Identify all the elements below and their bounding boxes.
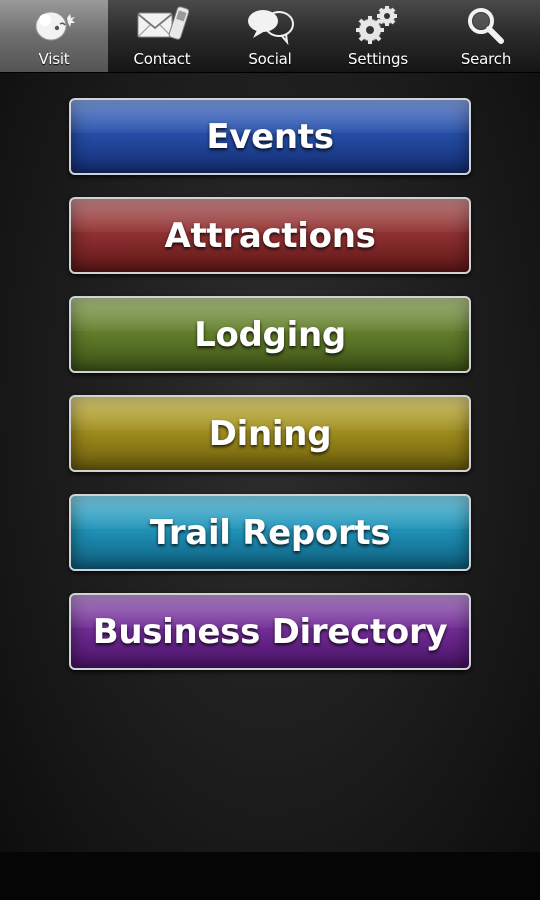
tab-label: Settings (348, 50, 408, 68)
events-label: Events (206, 116, 334, 157)
speech-bubbles-icon (248, 10, 294, 46)
tab-label: Contact (133, 50, 191, 68)
tab-label: Visit (38, 50, 70, 68)
tab-bar: Visit Contact Social Settings Search (0, 0, 540, 73)
tab-settings[interactable]: Settings (324, 0, 432, 72)
business-directory-button[interactable]: Business Directory (69, 593, 471, 670)
main-menu: Events Attractions Lodging Dining Trail … (69, 98, 471, 692)
tab-visit[interactable]: Visit (0, 0, 108, 72)
attractions-label: Attractions (164, 215, 376, 256)
trail-reports-button[interactable]: Trail Reports (69, 494, 471, 571)
bottom-band (0, 852, 540, 900)
tab-search[interactable]: Search (432, 0, 540, 72)
trail-reports-label: Trail Reports (149, 512, 391, 553)
tab-contact[interactable]: Contact (108, 0, 216, 72)
tab-social[interactable]: Social (216, 0, 324, 72)
tab-label: Social (248, 50, 292, 68)
business-directory-label: Business Directory (92, 611, 448, 652)
events-button[interactable]: Events (69, 98, 471, 175)
dining-label: Dining (208, 413, 332, 454)
lodging-button[interactable]: Lodging (69, 296, 471, 373)
lodging-label: Lodging (194, 314, 346, 355)
gears-icon (356, 6, 397, 44)
app-screen: Visit Contact Social Settings Search Eve… (0, 0, 540, 900)
dining-button[interactable]: Dining (69, 395, 471, 472)
attractions-button[interactable]: Attractions (69, 197, 471, 274)
magnifier-icon (468, 8, 504, 44)
tab-label: Search (460, 50, 512, 68)
face-icon (35, 11, 75, 41)
mail-phone-icon (137, 6, 189, 40)
